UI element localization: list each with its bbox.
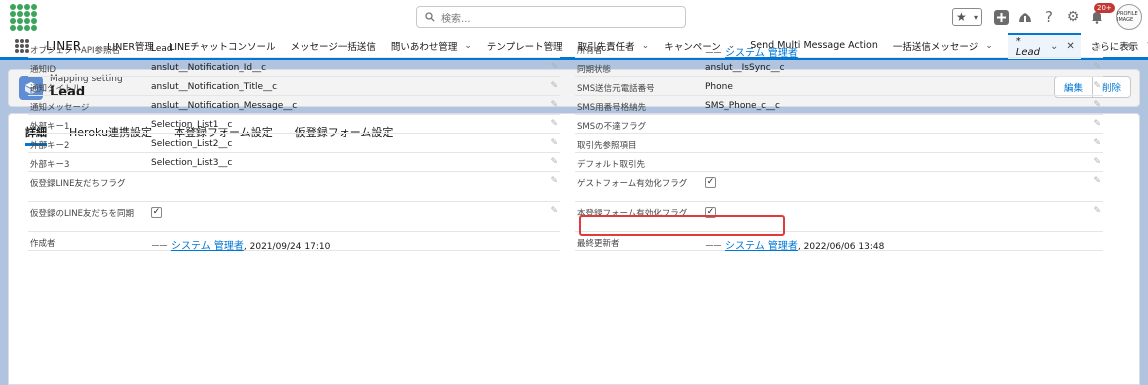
pencil-icon[interactable]: ✎ (1093, 62, 1101, 72)
pencil-icon[interactable]: ✎ (1093, 100, 1101, 110)
field-label: デフォルト取引先 (577, 160, 646, 170)
pencil-icon[interactable]: ✎ (1093, 138, 1101, 148)
field-row: デフォルト取引先 ✎ (575, 153, 1103, 172)
field-label: SMSの不達フラグ (577, 122, 647, 132)
field-label: 作成者 (30, 239, 56, 249)
field-row: SMS送信元電話番号 Phone ✎ (575, 77, 1103, 96)
user-link[interactable]: システム 管理者 (725, 241, 798, 252)
pencil-icon[interactable]: ✎ (550, 206, 558, 216)
timestamp: , 2022/06/06 13:48 (797, 242, 885, 252)
field-value: ✓ (151, 207, 162, 218)
field-value: anslut__IsSync__c (705, 63, 785, 73)
trailhead-icon[interactable] (1014, 6, 1036, 28)
field-value: ーー システム 管理者, 2021/09/24 17:10 (151, 237, 330, 252)
field-row: 通知メッセージ anslut__Notification_Message__c ✎ (28, 96, 560, 115)
field-row: 仮登録のLINE友だちを同期 ✓ ✎ (28, 202, 560, 232)
field-row: 通知タイトル anslut__Notification_Title__c ✎ (28, 77, 560, 96)
field-row: ゲストフォーム有効化フラグ ✓ ✎ (575, 172, 1103, 202)
change-owner-icon[interactable]: ⇄ (1093, 43, 1101, 53)
pencil-icon[interactable]: ✎ (1093, 157, 1101, 167)
field-label: オブジェクトAPI参照名 (30, 46, 120, 56)
field-label: 外部キー3 (30, 160, 70, 170)
field-row: SMS用番号格納先 SMS_Phone_c__c ✎ (575, 96, 1103, 115)
field-label: ゲストフォーム有効化フラグ (577, 179, 688, 189)
user-dash: ーー (151, 242, 168, 252)
field-value: Selection_List2__c (151, 139, 233, 149)
left-field-column: オブジェクトAPI参照名 Lead ✎ 通知ID anslut__Notificatio… (28, 39, 560, 252)
field-value: Selection_List1__c (151, 120, 233, 130)
field-row: 外部キー2 Selection_List2__c ✎ (28, 134, 560, 153)
pencil-icon[interactable]: ✎ (550, 43, 558, 53)
edit-nav-pencil-icon[interactable]: ✎ (1127, 41, 1136, 54)
global-search-input[interactable]: 検索... (416, 6, 686, 28)
field-label: SMS用番号格納先 (577, 103, 647, 113)
field-label: 仮登録のLINE友だちを同期 (30, 209, 134, 219)
field-label: 通知ID (30, 65, 57, 75)
chevron-down-icon: ▾ (973, 12, 978, 22)
field-label: 通知メッセージ (30, 103, 90, 113)
field-row: 通知ID anslut__Notification_Id__c ✎ (28, 58, 560, 77)
field-row: 作成者 ーー システム 管理者, 2021/09/24 17:10 (28, 232, 560, 252)
app-launcher-icon[interactable] (15, 38, 29, 53)
search-icon (425, 12, 435, 22)
pencil-icon[interactable]: ✎ (1093, 81, 1101, 91)
pencil-icon[interactable]: ✎ (550, 119, 558, 129)
field-label: SMS送信元電話番号 (577, 84, 655, 94)
gear-icon[interactable]: ⚙ (1062, 6, 1084, 28)
highlight-box (579, 215, 785, 236)
pencil-icon[interactable]: ✎ (550, 176, 558, 186)
field-row: 仮登録LINE友だちフラグ ✎ (28, 172, 560, 202)
field-value: ーー システム 管理者 (705, 44, 798, 59)
field-label: 通知タイトル (30, 84, 82, 94)
field-value: ーー システム 管理者, 2022/06/06 13:48 (705, 237, 884, 252)
favorites-button[interactable]: ★ ▾ (952, 8, 982, 26)
field-label: 同期状態 (577, 65, 612, 75)
search-placeholder: 検索... (441, 13, 471, 25)
field-row: 取引先参照項目 ✎ (575, 134, 1103, 153)
add-icon[interactable] (990, 6, 1012, 28)
notifications-icon[interactable]: 20+ (1086, 3, 1115, 28)
field-row: SMSの不達フラグ ✎ (575, 115, 1103, 134)
field-value: anslut__Notification_Title__c (151, 82, 278, 92)
field-value: anslut__Notification_Message__c (151, 101, 298, 111)
pencil-icon[interactable]: ✎ (550, 157, 558, 167)
field-row: 同期状態 anslut__IsSync__c ✎ (575, 58, 1103, 77)
pencil-icon[interactable]: ✎ (550, 138, 558, 148)
global-header: 検索... ★ ▾ ? ⚙ 20+ PROFILE IMAGE (0, 0, 1148, 34)
avatar[interactable]: PROFILE IMAGE (1116, 4, 1142, 30)
field-row: 外部キー3 Selection_List3__c ✎ (28, 153, 560, 172)
pencil-icon[interactable]: ✎ (550, 81, 558, 91)
field-value: anslut__Notification_Id__c (151, 63, 267, 73)
notification-badge: 20+ (1094, 3, 1115, 13)
field-row: 外部キー1 Selection_List1__c ✎ (28, 115, 560, 134)
field-label: 最終更新者 (577, 239, 620, 249)
field-label: 取引先参照項目 (577, 141, 637, 151)
field-row: オブジェクトAPI参照名 Lead ✎ (28, 39, 560, 58)
field-value: Phone (705, 82, 733, 92)
checkbox-checked: ✓ (705, 177, 716, 188)
checkbox-checked: ✓ (151, 207, 162, 218)
star-icon: ★ (956, 10, 967, 24)
pencil-icon[interactable]: ✎ (1093, 176, 1101, 186)
user-link[interactable]: システム 管理者 (171, 241, 244, 252)
pencil-icon[interactable]: ✎ (1093, 206, 1101, 216)
pencil-icon[interactable]: ✎ (1093, 119, 1101, 129)
pencil-icon[interactable]: ✎ (550, 100, 558, 110)
field-value: SMS_Phone_c__c (705, 101, 780, 111)
user-dash: ーー (705, 242, 722, 252)
field-value: Selection_List3__c (151, 158, 233, 168)
field-label: 外部キー2 (30, 141, 70, 151)
field-label: 外部キー1 (30, 122, 70, 132)
field-value: Lead (151, 44, 173, 54)
field-row: 所有者 ーー システム 管理者 ⇄ (575, 39, 1103, 59)
field-value: ✓ (705, 177, 716, 188)
help-icon[interactable]: ? (1038, 6, 1060, 28)
pencil-icon[interactable]: ✎ (550, 62, 558, 72)
field-label: 仮登録LINE友だちフラグ (30, 179, 126, 189)
app-logo[interactable] (10, 4, 38, 31)
field-label: 所有者 (577, 46, 603, 56)
timestamp: , 2021/09/24 17:10 (243, 242, 331, 252)
